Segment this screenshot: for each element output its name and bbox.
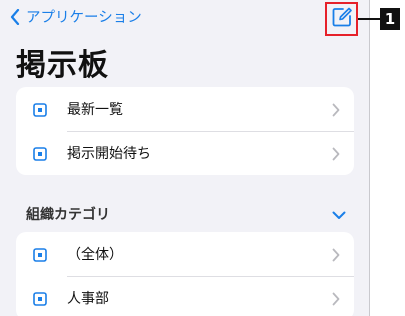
list-item-label: 掲示開始待ち (67, 146, 151, 162)
bulletin-icon (33, 247, 47, 262)
chevron-right-icon (332, 102, 340, 121)
bulletin-icon (33, 291, 47, 306)
callout-badge: 1 (380, 8, 400, 30)
list-item-pending[interactable]: 掲示開始待ち (16, 131, 354, 175)
list-item-all[interactable]: （全体） (16, 232, 354, 276)
category-list-card: （全体） 人事部 (16, 232, 354, 316)
back-button[interactable]: アプリケーション (10, 6, 142, 27)
callout-line (358, 18, 380, 20)
list-item-label: 最新一覧 (67, 102, 123, 118)
section-title: 組織カテゴリ (26, 207, 110, 223)
top-list-card: 最新一覧 掲示開始待ち (16, 87, 354, 175)
category-section-header[interactable]: 組織カテゴリ (26, 204, 346, 224)
compose-icon (331, 6, 353, 32)
bulletin-icon (33, 146, 47, 161)
chevron-right-icon (332, 146, 340, 165)
list-item-label: （全体） (67, 247, 123, 263)
back-button-label: アプリケーション (26, 10, 142, 26)
chevron-right-icon (332, 247, 340, 266)
list-item-hr[interactable]: 人事部 (16, 276, 354, 316)
chevron-left-icon (10, 8, 20, 25)
chevron-down-icon (332, 205, 346, 224)
list-item-latest[interactable]: 最新一覧 (16, 87, 354, 131)
bulletin-icon (33, 102, 47, 117)
list-item-label: 人事部 (67, 291, 109, 307)
app-screen: アプリケーション 掲示板 最新一覧 掲示開始待ち 組織カテゴリ （全体） 人事部 (0, 0, 370, 316)
chevron-right-icon (332, 291, 340, 310)
page-title: 掲示板 (16, 48, 109, 83)
compose-button[interactable] (325, 2, 358, 36)
